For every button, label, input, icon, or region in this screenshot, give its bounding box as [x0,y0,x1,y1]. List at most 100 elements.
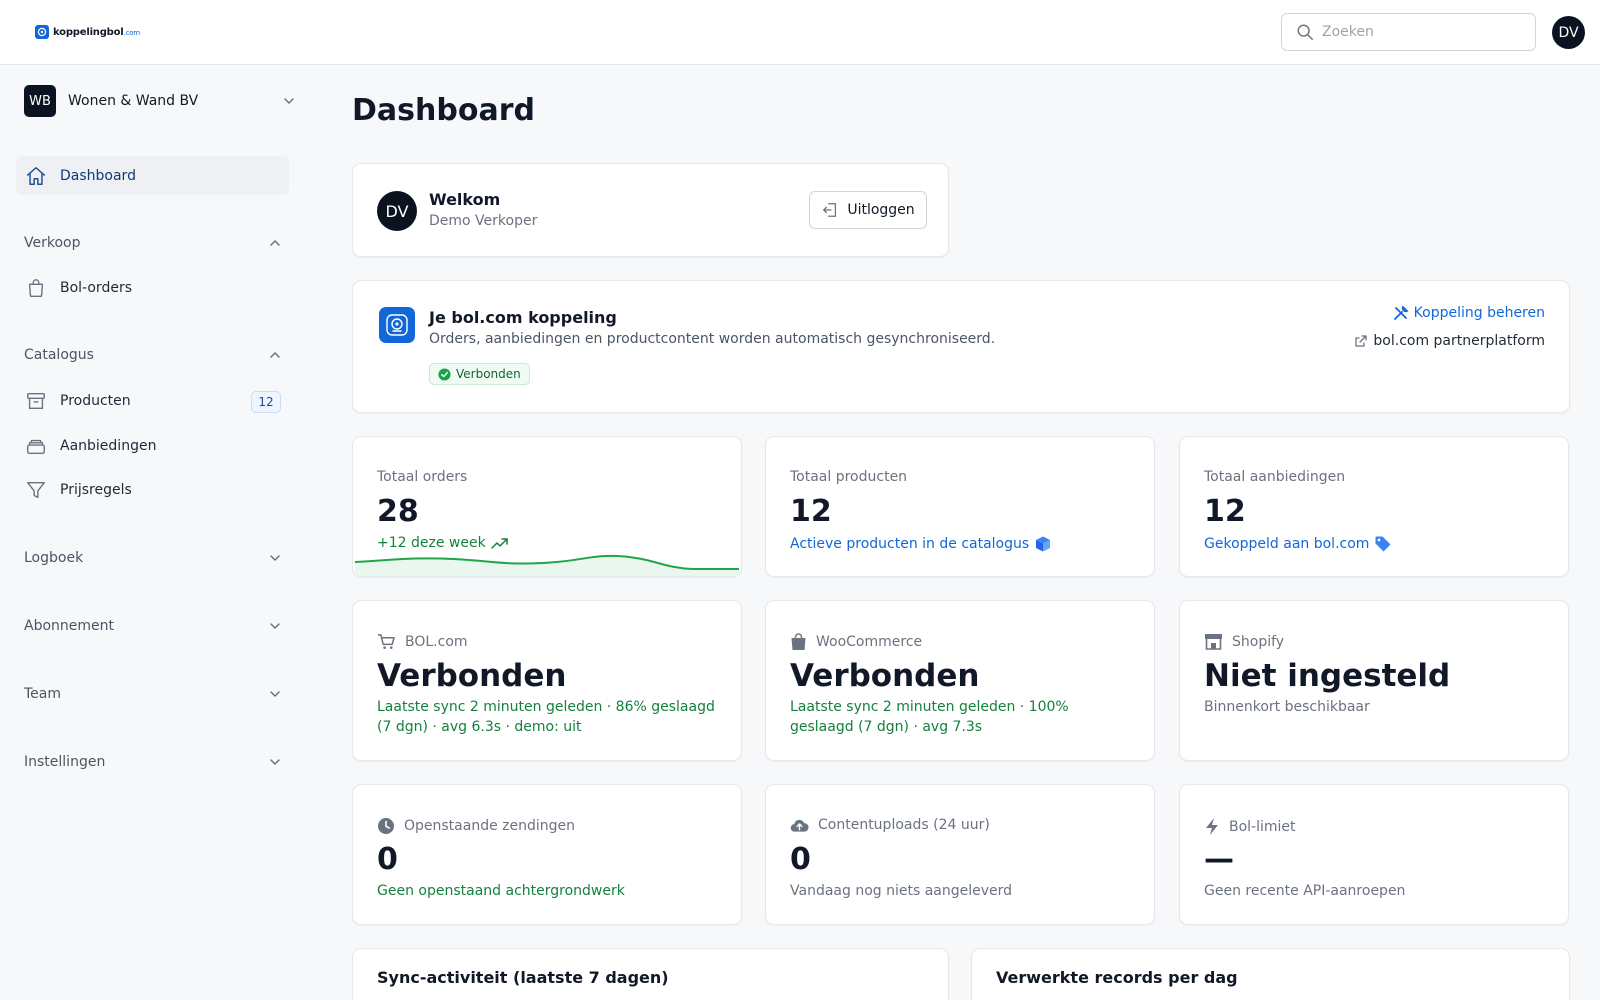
app-logo[interactable]: koppelingbol.com [35,25,140,39]
stat-card-products: Totaal producten 12 Actieve producten in… [765,436,1155,577]
integration-label-text: BOL.com [405,633,468,650]
count-badge: 12 [251,391,281,413]
sync-activity-card: Sync-activiteit (laatste 7 dagen) [352,948,949,1000]
lightning-icon [1206,818,1218,835]
search-box[interactable] [1281,13,1536,51]
queue-label: Openstaande zendingen [377,817,575,835]
queue-card-uploads: Contentuploads (24 uur) 0 Vandaag nog ni… [765,784,1155,925]
search-icon [1297,24,1313,40]
stat-label: Totaal aanbiedingen [1204,469,1346,485]
sidebar-item-producten[interactable]: Producten 12 [16,381,289,420]
user-avatar[interactable]: DV [1552,16,1585,49]
home-icon [27,166,45,185]
connection-subtitle: Orders, aanbiedingen en productcontent w… [429,331,996,347]
partner-platform-link[interactable]: bol.com partnerplatform [1354,333,1545,349]
integration-card-shopify: Shopify Niet ingesteld Binnenkort beschi… [1179,600,1569,761]
integration-note: Laatste sync 2 minuten geleden · 86% ges… [377,699,715,735]
chevron-up-icon [270,351,280,358]
clock-icon [378,818,394,834]
sidebar-item-bol-orders[interactable]: Bol-orders [16,268,289,307]
storefront-icon [1205,634,1222,650]
sidebar-item-label: Dashboard [60,167,136,184]
queue-label-text: Bol-limiet [1229,818,1296,835]
chevron-down-icon [284,98,294,105]
search-input[interactable] [1322,24,1522,40]
sidebar-item-label: Producten [60,392,131,409]
sidebar-item-aanbiedingen[interactable]: Aanbiedingen [16,426,289,465]
manage-connection-link[interactable]: Koppeling beheren [1393,305,1545,321]
logout-button[interactable]: Uitloggen [809,191,927,229]
queue-label: Bol-limiet [1204,817,1296,836]
link-label: bol.com partnerplatform [1373,333,1545,349]
section-team[interactable]: Team [24,681,282,707]
logout-icon [823,203,837,217]
external-link-icon [1355,335,1368,347]
card-title: Sync-activiteit (laatste 7 dagen) [377,968,669,987]
queue-note: Vandaag nog niets aangeleverd [790,883,1013,899]
stat-note: Gekoppeld aan bol.com [1204,535,1392,553]
records-per-day-card: Verwerkte records per dag [971,948,1570,1000]
integration-label-text: Shopify [1232,633,1285,650]
stat-label: Totaal orders [377,469,468,485]
page-title: Dashboard [352,93,535,128]
chevron-up-icon [270,239,280,246]
org-avatar: WB [24,85,56,117]
connection-title: Je bol.com koppeling [429,308,617,327]
stat-note-text: Gekoppeld aan bol.com [1204,536,1370,552]
org-name: Wonen & Wand BV [68,93,199,109]
section-instellingen[interactable]: Instellingen [24,749,282,775]
section-label: Catalogus [24,347,94,363]
integration-label: WooCommerce [790,633,922,651]
section-logboek[interactable]: Logboek [24,545,282,571]
orders-sparkline [354,554,739,576]
chevron-down-icon [270,623,280,630]
stat-card-orders: Totaal orders 28 +12 deze week [352,436,742,577]
cube-icon [1036,536,1051,552]
welcome-subtitle: Demo Verkoper [429,213,538,229]
sidebar-item-label: Aanbiedingen [60,437,157,454]
stat-value: 28 [377,494,419,529]
integration-card-woocommerce: WooCommerce Verbonden Laatste sync 2 min… [765,600,1155,761]
integration-label: BOL.com [377,633,468,650]
integration-status: Verbonden [790,658,980,694]
sidebar-item-label: Bol-orders [60,279,132,296]
archive-box-icon [27,392,45,409]
stack-icon [27,439,45,454]
tools-icon [1393,305,1409,320]
logo-text: koppelingbol.com [53,26,140,38]
section-label: Logboek [24,550,84,566]
bol-logo-icon [379,307,415,343]
integration-status: Niet ingesteld [1204,658,1451,694]
sidebar: WB Wonen & Wand BV Dashboard Verkoop Bol… [0,65,310,1000]
queue-value: 0 [377,842,398,877]
shopping-bag-icon [791,633,806,650]
section-abonnement[interactable]: Abonnement [24,613,282,639]
link-label: Koppeling beheren [1413,305,1545,321]
status-text: Verbonden [456,367,521,381]
card-title: Verwerkte records per dag [996,968,1238,987]
queue-label-text: Contentuploads (24 uur) [818,817,990,833]
integration-label-text: WooCommerce [816,634,923,650]
tag-icon [1375,536,1391,552]
cart-icon [378,634,395,649]
connection-card: Je bol.com koppeling Orders, aanbiedinge… [352,280,1570,413]
stat-value: 12 [1204,494,1246,529]
integration-label: Shopify [1204,633,1284,650]
queue-note: Geen recente API-aanroepen [1204,883,1406,899]
section-label: Verkoop [24,235,81,251]
queue-note: Geen openstaand achtergrondwerk [377,883,625,899]
top-bar: koppelingbol.com DV [0,0,1600,65]
sidebar-item-dashboard[interactable]: Dashboard [16,156,289,195]
integration-note: Laatste sync 2 minuten geleden · 100% ge… [790,699,1069,735]
funnel-icon [27,481,45,498]
queue-label-text: Openstaande zendingen [404,818,576,834]
org-switcher[interactable]: WB Wonen & Wand BV [24,84,296,118]
section-catalogus[interactable]: Catalogus [24,342,282,368]
status-badge: Verbonden [429,363,530,385]
section-verkoop[interactable]: Verkoop [24,230,282,256]
sidebar-item-label: Prijsregels [60,481,132,498]
cloud-upload-icon [790,819,809,832]
stat-note: Actieve producten in de catalogus [790,535,1052,553]
chevron-down-icon [270,691,280,698]
sidebar-item-prijsregels[interactable]: Prijsregels [16,470,289,509]
